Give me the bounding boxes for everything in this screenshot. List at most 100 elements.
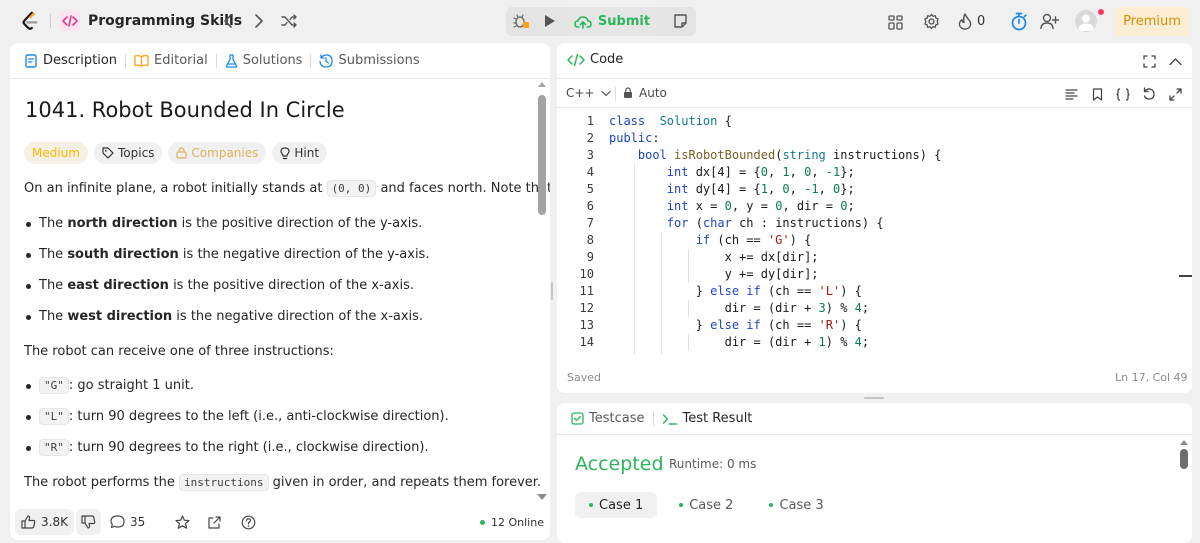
- tab-editorial[interactable]: Editorial: [126, 43, 216, 79]
- avatar[interactable]: [1075, 10, 1097, 32]
- line-content: int dx[4] = {0, 1, 0, -1};: [609, 164, 855, 181]
- code-token: }: [609, 318, 711, 332]
- run-button[interactable]: [539, 10, 561, 32]
- code-token: 0: [724, 199, 732, 213]
- code-token: dir = (dir +: [609, 335, 819, 349]
- debug-button[interactable]: [510, 10, 532, 32]
- star-icon: [174, 514, 190, 529]
- code-token: 'L': [818, 284, 841, 298]
- scroll-up-icon: [538, 82, 546, 87]
- line-number: 9: [586, 250, 594, 264]
- streak-counter[interactable]: 0: [958, 10, 985, 32]
- difficulty-badge: Medium: [24, 142, 88, 164]
- case-tab-1[interactable]: Case 1: [575, 492, 658, 518]
- tab-submissions[interactable]: Submissions: [311, 43, 427, 79]
- lightbulb-icon: [280, 146, 290, 159]
- topics-tag[interactable]: Topics: [93, 142, 163, 164]
- code-token: 0: [760, 165, 768, 179]
- direction-keyword: west direction: [67, 309, 173, 324]
- next-problem-button[interactable]: [249, 11, 269, 31]
- premium-label: Premium: [1123, 14, 1181, 29]
- bug-lock-icon: [513, 14, 529, 28]
- companies-tag[interactable]: Companies: [168, 142, 267, 164]
- settings-button[interactable]: [920, 10, 942, 32]
- line-number: 3: [586, 148, 594, 162]
- code-token: 4: [854, 335, 862, 349]
- case-tab-3[interactable]: Case 3: [755, 492, 837, 518]
- editor-scrollbar-marker: [1179, 275, 1192, 277]
- scroll-up-icon[interactable]: [1180, 439, 1188, 446]
- notes-button[interactable]: [669, 10, 691, 32]
- case-tab-2[interactable]: Case 2: [665, 492, 747, 518]
- instruction-text: : go straight 1 unit.: [68, 378, 194, 393]
- online-dot: [480, 519, 485, 525]
- result-scrollbar-thumb[interactable]: [1180, 449, 1188, 469]
- feedback-button[interactable]: [238, 512, 258, 532]
- fullscreen-button[interactable]: [1166, 85, 1184, 103]
- code-token: (: [688, 216, 703, 230]
- line-number: 7: [586, 216, 594, 230]
- comments-button[interactable]: 35: [110, 512, 145, 532]
- leetcode-logo-icon[interactable]: [18, 9, 42, 33]
- fire-icon: [958, 12, 972, 30]
- code-tab[interactable]: Code: [567, 52, 623, 67]
- direction-text: is the positive direction of the x-axis.: [168, 278, 414, 293]
- submit-button[interactable]: Submit: [568, 7, 656, 36]
- hint-tag[interactable]: Hint: [272, 142, 328, 164]
- line-content: x += dx[dir];: [609, 249, 819, 266]
- language-select[interactable]: C++: [566, 86, 611, 100]
- instruction-item: "L": turn 90 degrees to the left (i.e., …: [24, 407, 449, 438]
- cursor-position: Ln 17, Col 49: [1115, 371, 1188, 384]
- dislike-button[interactable]: [76, 509, 101, 535]
- undo-icon: [1143, 87, 1155, 100]
- line-content: } else if (ch == 'L') {: [609, 283, 862, 300]
- comments-count: 35: [130, 515, 146, 529]
- premium-button[interactable]: Premium: [1114, 7, 1190, 36]
- code-token: Solution: [659, 114, 718, 128]
- code-token: ,: [818, 182, 834, 196]
- format-button[interactable]: [1062, 85, 1080, 103]
- instructions-intro: The robot can receive one of three instr…: [24, 344, 334, 359]
- braces-button[interactable]: [1113, 85, 1133, 103]
- lock-icon: [624, 87, 632, 98]
- tab-testcase[interactable]: Testcase: [563, 403, 653, 435]
- direction-text: The: [39, 216, 68, 231]
- direction-text: The: [39, 247, 68, 262]
- line-number: 11: [579, 284, 594, 298]
- prev-problem-button[interactable]: [218, 11, 238, 31]
- bookmark-button[interactable]: [1088, 85, 1106, 103]
- favorite-button[interactable]: [172, 512, 192, 532]
- layout-button[interactable]: [884, 11, 906, 33]
- share-button[interactable]: [204, 512, 224, 532]
- panel-resize-handle[interactable]: [551, 282, 553, 300]
- reset-button[interactable]: [1140, 85, 1158, 103]
- mode-select[interactable]: Auto: [623, 86, 667, 100]
- collapse-button[interactable]: [1166, 52, 1184, 70]
- maximize-button[interactable]: [1140, 52, 1158, 70]
- result-tabs: Testcase Test Result: [557, 403, 1192, 435]
- code-token: -1: [804, 182, 819, 196]
- code-token: ) {: [840, 284, 862, 298]
- timer-button[interactable]: [1008, 9, 1030, 33]
- editor-resize-handle[interactable]: [864, 397, 884, 399]
- code-token: ,: [789, 165, 805, 179]
- add-friend-button[interactable]: [1038, 10, 1060, 32]
- direction-keyword: east direction: [67, 278, 169, 293]
- code-token: ) {: [789, 233, 812, 247]
- direction-keyword: north direction: [67, 216, 178, 231]
- problem-list-button[interactable]: Programming Skills: [60, 10, 242, 32]
- tab-description[interactable]: Description: [16, 43, 125, 79]
- tab-solutions[interactable]: Solutions: [217, 43, 311, 79]
- code-token: ) %: [825, 335, 855, 349]
- result-panel: Testcase Test Result Accepted Runtime: 0…: [557, 403, 1192, 543]
- tab-test-result[interactable]: Test Result: [654, 403, 761, 435]
- code-token: for: [666, 216, 689, 230]
- like-button[interactable]: 3.8K: [15, 509, 74, 535]
- scrollbar-thumb[interactable]: [538, 95, 546, 215]
- shuffle-button[interactable]: [279, 11, 299, 31]
- divider: [615, 87, 616, 101]
- description-scrollbar[interactable]: [538, 81, 546, 501]
- scroll-down-icon[interactable]: [537, 493, 547, 501]
